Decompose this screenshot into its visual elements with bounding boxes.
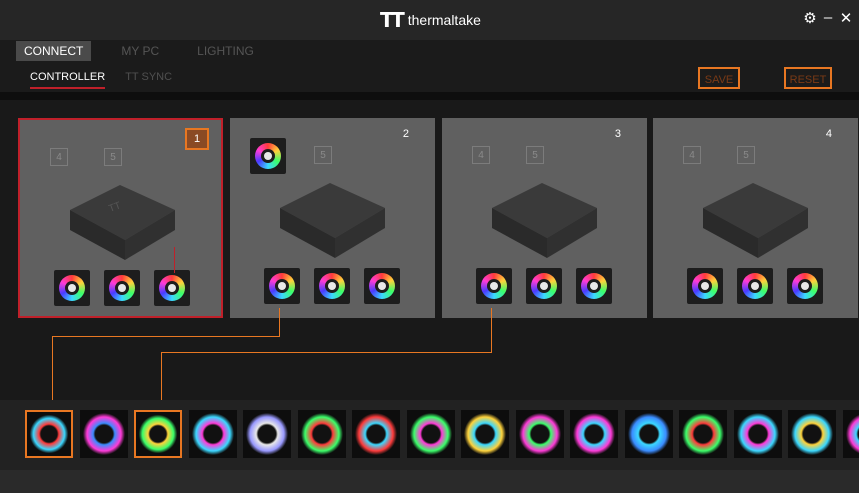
port-slot-4[interactable]: 4 [683, 146, 701, 164]
subtab-controller[interactable]: CONTROLLER [30, 71, 106, 89]
divider [0, 92, 859, 100]
port-slot-4[interactable]: 4 [50, 148, 68, 166]
close-icon[interactable]: ✕ [839, 9, 853, 27]
minimize-icon[interactable]: – [821, 9, 835, 27]
fan-device[interactable] [576, 268, 612, 304]
device-thumbnail[interactable] [624, 410, 673, 458]
device-thumbnail[interactable] [134, 410, 182, 458]
device-thumbnail[interactable] [188, 410, 237, 458]
fan-device[interactable] [54, 270, 90, 306]
sub-tabs: CONTROLLER TT SYNC [30, 71, 172, 89]
fan-device[interactable] [687, 268, 723, 304]
tab-lighting[interactable]: LIGHTING [189, 41, 262, 61]
brand-name: thermaltake [407, 12, 481, 28]
fan-device[interactable] [154, 270, 190, 306]
controller-hub-image: TT [70, 185, 175, 260]
controller-card-4[interactable]: 4 4 5 [653, 118, 858, 318]
device-thumbnail[interactable] [25, 410, 73, 458]
tt-logo-mark: TT [380, 8, 405, 32]
controller-hub-image [280, 183, 385, 258]
device-thumbnail[interactable] [515, 410, 564, 458]
connection-line [279, 308, 280, 337]
device-thumbnail[interactable] [570, 410, 618, 458]
status-bar [0, 470, 859, 493]
controller-number: 1 [185, 128, 209, 150]
fan-device[interactable] [264, 268, 300, 304]
controller-card-2[interactable]: 2 5 [230, 118, 435, 318]
device-thumbnail[interactable] [406, 410, 455, 458]
connection-line [52, 336, 53, 410]
reset-button[interactable]: RESET [784, 67, 832, 89]
device-thumbnail[interactable] [679, 410, 727, 458]
fan-device[interactable] [104, 270, 140, 306]
device-thumbnail[interactable] [733, 410, 782, 458]
save-button[interactable]: SAVE [698, 67, 740, 89]
controller-number: 2 [402, 128, 409, 140]
device-thumbnail[interactable] [243, 410, 291, 458]
tab-connect[interactable]: CONNECT [16, 41, 92, 61]
device-thumbnail[interactable] [297, 410, 346, 458]
controller-card-3[interactable]: 3 4 5 [442, 118, 647, 318]
fan-device[interactable] [787, 268, 823, 304]
controller-card-1[interactable]: 1 4 5 TT [18, 118, 223, 318]
fan-device[interactable] [364, 268, 400, 304]
controller-number: 4 [825, 128, 832, 140]
fan-device[interactable] [476, 268, 512, 304]
controller-number: 3 [614, 128, 621, 140]
connection-line [52, 336, 280, 337]
port-slot-5[interactable]: 5 [314, 146, 332, 164]
subtab-tt-sync[interactable]: TT SYNC [125, 71, 172, 89]
main-tabs: CONNECT MY PC LIGHTING [16, 41, 262, 61]
port-slot-4[interactable]: 4 [472, 146, 490, 164]
port-slot-5[interactable]: 5 [104, 148, 122, 166]
device-thumbnail[interactable] [788, 410, 836, 458]
connection-line [161, 352, 492, 353]
connection-line [491, 308, 492, 353]
connection-line [174, 247, 175, 273]
device-thumbnail[interactable] [461, 410, 509, 458]
port-slot-5[interactable]: 5 [526, 146, 544, 164]
fan-device[interactable] [314, 268, 350, 304]
title-bar: TT thermaltake ⚙ – ✕ [0, 0, 859, 40]
device-thumbnail[interactable] [352, 410, 400, 458]
gear-icon[interactable]: ⚙ [803, 9, 817, 27]
port-slot-5[interactable]: 5 [737, 146, 755, 164]
brand-logo: TT thermaltake [380, 10, 481, 30]
device-thumbnail[interactable] [842, 410, 859, 458]
fan-device[interactable] [737, 268, 773, 304]
device-thumbnail[interactable] [79, 410, 128, 458]
tab-my-pc[interactable]: MY PC [113, 41, 167, 61]
fan-device[interactable] [526, 268, 562, 304]
controller-hub-image [492, 183, 597, 258]
controller-hub-image [703, 183, 808, 258]
